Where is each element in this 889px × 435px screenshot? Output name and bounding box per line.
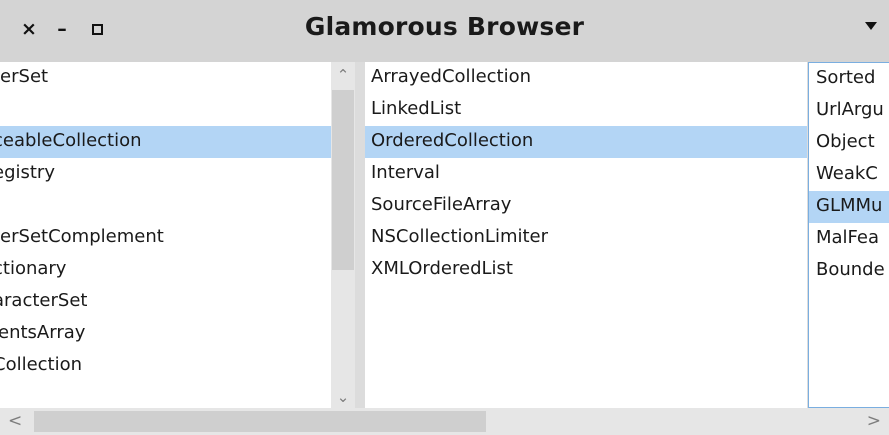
window-menu-caret-icon[interactable]	[865, 22, 877, 30]
class-list-pane-2[interactable]: ArrayedCollection LinkedList OrderedColl…	[365, 62, 807, 408]
list-item-selected[interactable]: GLMMu	[809, 191, 889, 223]
list-item[interactable]: ArrayedCollection	[371, 62, 807, 94]
list-item[interactable]	[0, 94, 331, 126]
list-item[interactable]: Bounde	[816, 255, 889, 287]
list-item[interactable]: UrlArgu	[816, 95, 889, 127]
list-item[interactable]: Sorted	[816, 63, 889, 95]
vertical-scroll-thumb[interactable]	[332, 90, 354, 270]
scroll-down-icon[interactable]: ⌄	[331, 388, 355, 406]
list-item[interactable]: Object	[816, 127, 889, 159]
list-item[interactable]: terSetComplement	[0, 222, 331, 254]
list-item[interactable]: Interval	[371, 158, 807, 190]
class-list-2: ArrayedCollection LinkedList OrderedColl…	[365, 62, 807, 286]
class-list-pane-3[interactable]: Sorted UrlArgu Object WeakC GLMMu MalFea…	[808, 62, 889, 408]
horizontal-scroll-thumb[interactable]	[34, 411, 486, 432]
class-list-3: Sorted UrlArgu Object WeakC GLMMu MalFea…	[809, 63, 889, 287]
list-item[interactable]: ctionary	[0, 254, 331, 286]
list-item[interactable]	[0, 190, 331, 222]
list-item[interactable]: XMLOrderedList	[371, 254, 807, 286]
list-item[interactable]: lentsArray	[0, 318, 331, 350]
vertical-scrollbar[interactable]: ⌃ ⌄	[331, 62, 355, 408]
class-list-1: terSet ceableCollection egistry terSetCo…	[0, 62, 331, 382]
list-item[interactable]: SourceFileArray	[371, 190, 807, 222]
list-item[interactable]: aracterSet	[0, 286, 331, 318]
list-item[interactable]: LinkedList	[371, 94, 807, 126]
list-item[interactable]: Collection	[0, 350, 331, 382]
list-item[interactable]: egistry	[0, 158, 331, 190]
list-item[interactable]: terSet	[0, 62, 331, 94]
scroll-up-icon[interactable]: ⌃	[331, 66, 355, 84]
scroll-right-icon[interactable]: >	[867, 411, 881, 431]
horizontal-scrollbar[interactable]: < >	[0, 408, 889, 435]
title-bar[interactable]: × – Glamorous Browser	[0, 0, 889, 62]
list-item[interactable]: NSCollectionLimiter	[371, 222, 807, 254]
scroll-left-icon[interactable]: <	[8, 411, 22, 431]
list-item-selected[interactable]: OrderedCollection	[365, 126, 807, 158]
window-title: Glamorous Browser	[304, 12, 585, 41]
class-list-pane-1[interactable]: terSet ceableCollection egistry terSetCo…	[0, 62, 331, 408]
list-item[interactable]: MalFea	[816, 223, 889, 255]
list-item-selected[interactable]: ceableCollection	[0, 126, 331, 158]
list-item[interactable]: WeakC	[816, 159, 889, 191]
